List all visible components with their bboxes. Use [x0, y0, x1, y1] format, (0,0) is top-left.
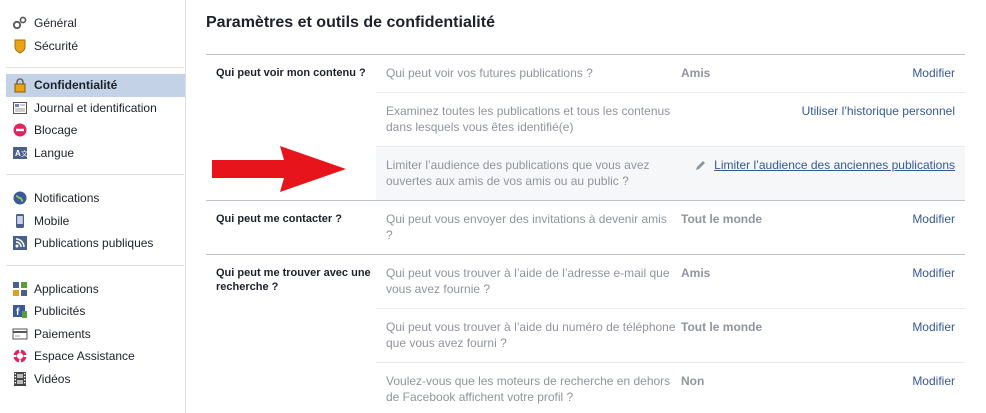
lifebuoy-icon: [12, 348, 28, 364]
arrow-shape: [212, 146, 346, 192]
section-label: Qui peut me contacter ?: [216, 213, 342, 225]
gears-icon: [12, 15, 28, 31]
sidebar-item-label: Paiements: [34, 326, 91, 341]
sidebar-item-privacy[interactable]: Confidentialité: [6, 74, 185, 97]
setting-value: Tout le monde: [681, 320, 763, 334]
edit-link[interactable]: Modifier: [776, 265, 955, 281]
edit-link[interactable]: Modifier: [776, 319, 955, 335]
setting-question: Limiter l’audience des publications que …: [386, 158, 650, 188]
limit-past-posts-link[interactable]: Limiter l’audience des anciennes publica…: [676, 157, 955, 175]
page-title: Paramètres et outils de confidentialité: [206, 14, 495, 31]
mobile-icon: [12, 213, 28, 229]
sidebar-item-general[interactable]: Général: [6, 12, 185, 35]
section-who-can-contact: Qui peut me contacter ? Qui peut vous en…: [206, 201, 965, 255]
setting-question: Examinez toutes les publications et tous…: [386, 104, 671, 134]
sidebar-item-security[interactable]: Sécurité: [6, 35, 185, 58]
setting-row: Examinez toutes les publications et tous…: [376, 92, 965, 146]
sidebar-item-applications[interactable]: Applications: [6, 278, 185, 301]
ads-icon: f: [12, 303, 28, 319]
setting-value: Amis: [681, 66, 711, 80]
edit-link[interactable]: Modifier: [776, 373, 955, 389]
sidebar-item-label: Mobile: [34, 213, 70, 228]
setting-question: Voulez-vous que les moteurs de recherche…: [386, 374, 671, 404]
setting-value: Tout le monde: [681, 212, 763, 226]
svg-text:文: 文: [21, 149, 28, 158]
sidebar-group-apps: Applications f Publicités Paiements Espa…: [0, 270, 185, 397]
sidebar-item-videos[interactable]: Vidéos: [6, 368, 185, 391]
setting-row: Qui peut voir vos futures publications ?…: [376, 55, 965, 92]
setting-value: Non: [681, 374, 705, 388]
sidebar-item-label: Sécurité: [34, 38, 79, 53]
sidebar-group-privacy: Confidentialité Journal et identificatio…: [0, 72, 185, 170]
sidebar-group-notifications: Notifications Mobile Publications publiq…: [0, 179, 185, 261]
language-icon: A文: [12, 145, 28, 161]
edit-link[interactable]: Modifier: [776, 65, 955, 81]
settings-sidebar: Général Sécurité Confidentialité Journal…: [0, 0, 186, 413]
sidebar-item-label: Espace Assistance: [34, 349, 135, 364]
block-icon: [12, 122, 28, 138]
sidebar-item-ads[interactable]: f Publicités: [6, 300, 185, 323]
section-rows: Qui peut vous trouver à l’aide de l’adre…: [376, 255, 965, 413]
sidebar-item-public-posts[interactable]: Publications publiques: [6, 232, 185, 255]
sidebar-item-support[interactable]: Espace Assistance: [6, 345, 185, 368]
film-icon: [12, 371, 28, 387]
setting-question: Qui peut vous trouver à l’aide du numéro…: [386, 320, 676, 350]
sidebar-item-notifications[interactable]: Notifications: [6, 187, 185, 210]
sidebar-item-label: Confidentialité: [34, 78, 118, 93]
setting-value: Amis: [681, 266, 711, 280]
setting-question: Qui peut vous trouver à l’aide de l’adre…: [386, 266, 670, 296]
setting-question: Qui peut voir vos futures publications ?: [386, 66, 593, 80]
red-arrow-annotation: [212, 146, 346, 192]
sidebar-item-label: Applications: [34, 281, 99, 296]
limit-past-posts-label: Limiter l’audience des anciennes publica…: [714, 158, 955, 172]
lock-icon: [12, 77, 28, 93]
setting-row-highlighted: Limiter l’audience des publications que …: [376, 146, 965, 200]
setting-row: Voulez-vous que les moteurs de recherche…: [376, 362, 965, 413]
section-who-can-find: Qui peut me trouver avec une recherche ?…: [206, 255, 965, 413]
section-label: Qui peut me trouver avec une recherche ?: [216, 267, 371, 293]
sidebar-item-label: Publications publiques: [34, 236, 154, 251]
sidebar-item-mobile[interactable]: Mobile: [6, 210, 185, 233]
activity-log-link[interactable]: Utiliser l’historique personnel: [776, 103, 955, 119]
sidebar-divider: [6, 67, 184, 68]
sidebar-group-account: Général Sécurité: [0, 0, 185, 63]
edit-link[interactable]: Modifier: [776, 211, 955, 227]
pencil-icon: [695, 159, 706, 175]
sidebar-item-blocking[interactable]: Blocage: [6, 119, 185, 142]
sidebar-divider: [6, 264, 184, 266]
sidebar-item-label: Publicités: [34, 304, 86, 319]
globe-icon: [12, 190, 28, 206]
sidebar-item-timeline[interactable]: Journal et identification: [6, 97, 185, 120]
sidebar-item-language[interactable]: A文 Langue: [6, 142, 185, 165]
apps-icon: [12, 281, 28, 297]
section-rows: Qui peut vous envoyer des invitations à …: [376, 201, 965, 254]
setting-row: Qui peut vous trouver à l’aide de l’adre…: [376, 255, 965, 308]
sidebar-item-label: Général: [34, 16, 77, 31]
timeline-icon: [12, 100, 28, 116]
sidebar-divider: [6, 174, 184, 175]
setting-row: Qui peut vous envoyer des invitations à …: [376, 201, 965, 254]
rss-icon: [12, 235, 28, 251]
sidebar-item-label: Blocage: [34, 123, 78, 138]
settings-sections: Qui peut voir mon contenu ? Qui peut voi…: [206, 54, 965, 413]
setting-question: Qui peut vous envoyer des invitations à …: [386, 212, 667, 242]
sidebar-item-label: Notifications: [34, 191, 100, 206]
sidebar-item-label: Vidéos: [34, 371, 71, 386]
badge-icon: [12, 38, 28, 54]
setting-row: Qui peut vous trouver à l’aide du numéro…: [376, 308, 965, 362]
sidebar-item-label: Journal et identification: [34, 100, 157, 115]
sidebar-item-payments[interactable]: Paiements: [6, 323, 185, 346]
sidebar-item-label: Langue: [34, 145, 75, 160]
payments-icon: [12, 326, 28, 342]
section-rows: Qui peut voir vos futures publications ?…: [376, 55, 965, 200]
